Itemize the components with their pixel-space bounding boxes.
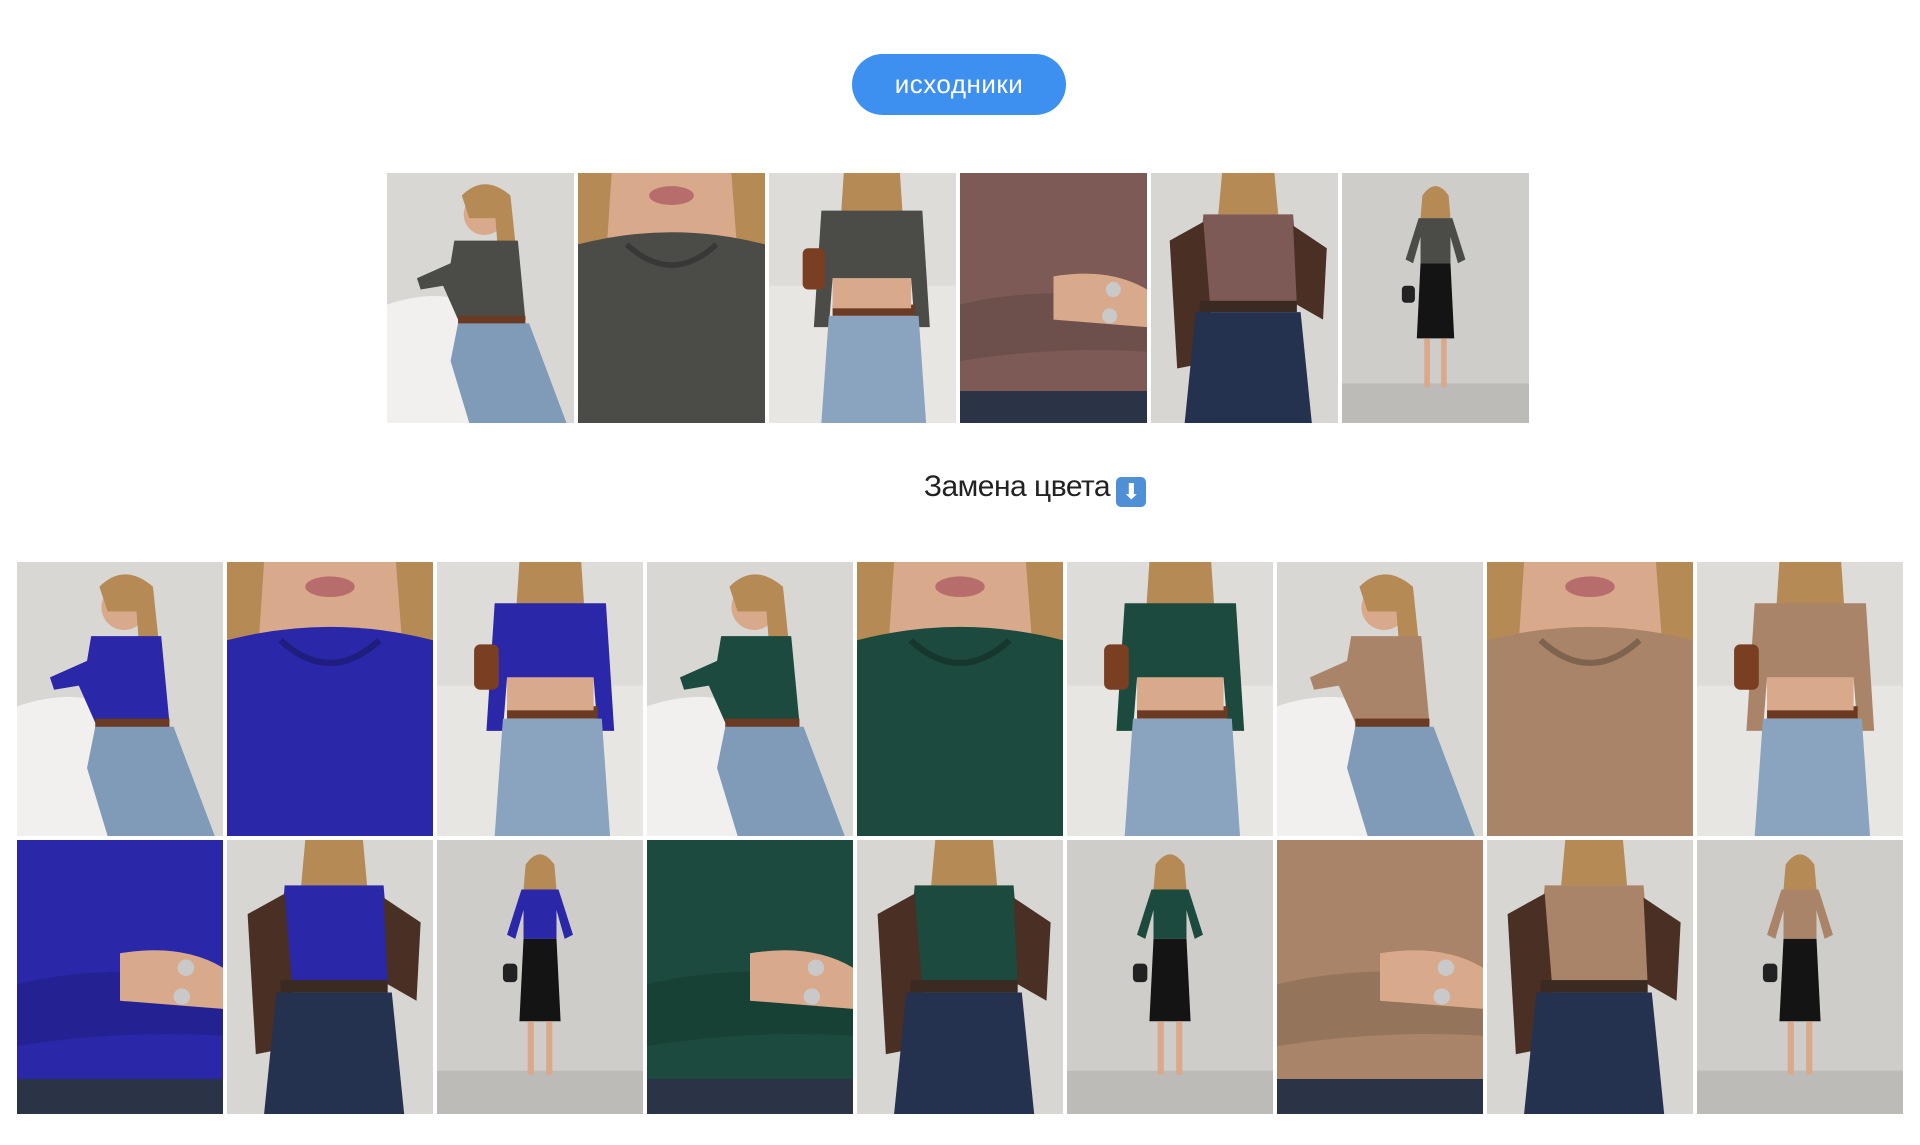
- photo-image: [857, 840, 1063, 1114]
- photo-tan-seated: [1277, 562, 1483, 836]
- photo-image: [647, 840, 853, 1114]
- photo-image: [437, 562, 643, 836]
- photo-blue-jacket: [227, 840, 433, 1114]
- photo-source-seated: [387, 173, 574, 423]
- photo-blue-seated: [17, 562, 223, 836]
- photo-image: [1067, 840, 1273, 1114]
- photo-image: [1277, 840, 1483, 1114]
- source-photo-row: [387, 173, 1529, 423]
- photo-green-seated: [647, 562, 853, 836]
- photo-source-full-skirt: [1342, 173, 1529, 423]
- photo-image: [1067, 562, 1273, 836]
- photo-tan-torso-detail: [1277, 840, 1483, 1114]
- photo-image: [437, 840, 643, 1114]
- photo-image: [227, 562, 433, 836]
- photo-green-jacket: [857, 840, 1063, 1114]
- photo-source-standing-jeans: [769, 173, 956, 423]
- source-files-button[interactable]: исходники: [852, 54, 1066, 115]
- photo-image: [578, 173, 765, 423]
- photo-source-torso-detail: [960, 173, 1147, 423]
- photo-tan-full-skirt: [1697, 840, 1903, 1114]
- photo-image: [769, 173, 956, 423]
- photo-image: [960, 173, 1147, 423]
- photo-image: [387, 173, 574, 423]
- photo-image: [1487, 840, 1693, 1114]
- photo-green-standing-jeans: [1067, 562, 1273, 836]
- photo-blue-standing-jeans: [437, 562, 643, 836]
- photo-source-jacket: [1151, 173, 1338, 423]
- photo-image: [1342, 173, 1529, 423]
- photo-image: [1487, 562, 1693, 836]
- photo-green-full-skirt: [1067, 840, 1273, 1114]
- photo-image: [1697, 562, 1903, 836]
- photo-blue-torso-detail: [17, 840, 223, 1114]
- photo-blue-full-skirt: [437, 840, 643, 1114]
- photo-image: [857, 562, 1063, 836]
- photo-tan-standing-jeans: [1697, 562, 1903, 836]
- photo-tan-jacket: [1487, 840, 1693, 1114]
- photo-image: [1277, 562, 1483, 836]
- photo-image: [17, 562, 223, 836]
- photo-tan-neckline: [1487, 562, 1693, 836]
- photo-source-neckline: [578, 173, 765, 423]
- photo-blue-neckline: [227, 562, 433, 836]
- photo-image: [1697, 840, 1903, 1114]
- down-arrow-icon: ⬇: [1116, 477, 1147, 507]
- recolor-photo-grid: [17, 562, 1903, 1114]
- photo-image: [1151, 173, 1338, 423]
- color-change-caption: Замена цвета ⬇: [0, 470, 1920, 507]
- photo-image: [647, 562, 853, 836]
- photo-image: [17, 840, 223, 1114]
- caption-text: Замена цвета: [923, 470, 1111, 503]
- photo-green-neckline: [857, 562, 1063, 836]
- photo-image: [227, 840, 433, 1114]
- photo-green-torso-detail: [647, 840, 853, 1114]
